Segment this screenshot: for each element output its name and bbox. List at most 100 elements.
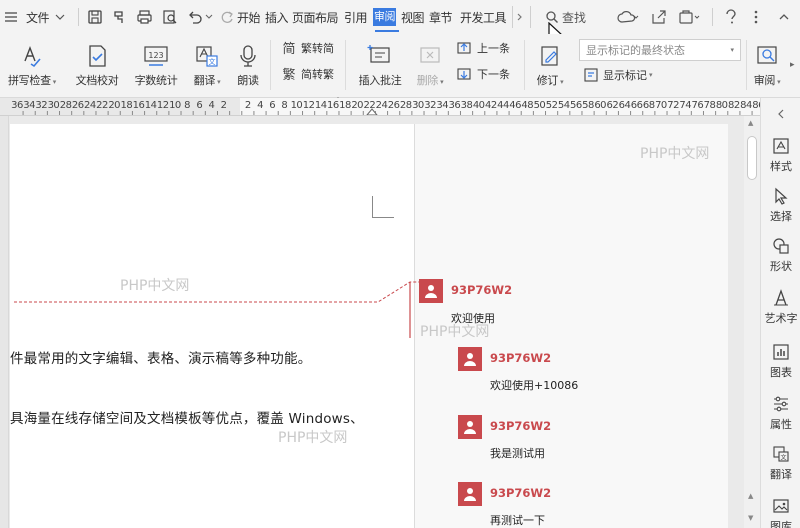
horizontal-ruler[interactable]: 36 34 32 30 28 26 24 22 20 18 16 14 12 10 8 6 4 2 2 4 6 8 10 12… [0,98,760,116]
comment-text[interactable]: 我是测试用 [490,445,545,461]
wps-writer-window: 文件 开始 插入 页面布局 引用 审阅 视图 章节 开发工具 查找 拼写检查 ▾… [0,0,800,528]
shape-icon [772,236,790,256]
ribbon-toolbar: 拼写检查 ▾ 文档校对 123 字数统计 文 翻译 ▾ 朗读 简 繁转简 繁 简… [0,34,800,102]
spell-check-icon [20,40,44,68]
svg-text:123: 123 [148,51,163,60]
ruler-label: 14 [144,100,157,111]
print-icon[interactable] [136,0,153,34]
ruler-label: 28 [399,100,412,111]
doc-proofread-button[interactable]: 文档校对 [70,40,124,88]
collaborate-icon[interactable] [678,0,702,34]
ruler-label: 28 [59,100,72,111]
watermark: PHP中文网 [278,430,348,446]
sidebar-item-wordart[interactable]: 艺术字 [761,288,800,326]
review-pane-button[interactable]: 审阅 ▾ [748,40,786,88]
sidebar-item-style[interactable]: 样式 [761,136,800,174]
tab-references[interactable]: 引用 [344,0,368,34]
ruler-label: 24 [84,100,96,111]
next-comment-button[interactable]: 下一条 [456,66,510,82]
ruler-label: 16 [327,100,339,111]
ribbon-scroll-right-icon[interactable]: ▸ [790,60,795,70]
ruler-label: 20 [351,100,364,111]
undo-icon[interactable] [187,0,203,34]
chart-icon [772,342,790,362]
tab-view[interactable]: 视图 [401,0,425,34]
sidebar-expand-icon[interactable] [777,104,785,123]
more-options-icon[interactable] [754,0,758,34]
redo-icon[interactable] [221,0,235,34]
tab-page-layout[interactable]: 页面布局 [292,0,339,34]
scroll-up-icon[interactable]: ▲ [748,492,753,500]
document-text-line[interactable]: 件最常用的文字编辑、表格、演示稿等多种功能。 [10,347,311,367]
track-changes-icon [538,40,562,68]
sidebar-item-properties[interactable]: 属性 [761,394,800,432]
ruler-label: 36 [448,100,461,111]
word-count-button[interactable]: 123 字数统计 [128,40,184,88]
ruler-label: 34 [436,100,449,111]
vertical-ruler[interactable] [0,116,9,528]
help-icon[interactable] [725,0,737,34]
cloud-sync-icon[interactable] [617,0,639,34]
markup-state-select[interactable]: 显示标记的最终状态 ▾ [579,39,741,61]
scrollbar-thumb[interactable] [747,136,757,180]
ruler-label: 6 [196,100,203,111]
tab-insert[interactable]: 插入 [265,0,289,34]
tab-chapter[interactable]: 章节 [429,0,453,34]
hamburger-icon[interactable] [4,0,18,34]
more-tabs-icon[interactable] [516,0,524,34]
simp-to-trad-icon: 繁 [280,66,298,82]
tab-home[interactable]: 开始 [237,0,261,34]
scroll-down-icon[interactable]: ▼ [748,514,753,522]
sidebar-item-label: 图表 [770,366,792,379]
tab-review[interactable]: 审阅 [373,0,396,34]
save-icon[interactable] [87,0,103,34]
ruler-label: 42 [484,100,497,111]
ruler-label: 72 [667,100,679,111]
vertical-scrollbar[interactable]: ▲ ▲ ▼ [744,116,760,528]
show-markup-button[interactable]: 显示标记 ▾ [582,67,653,83]
track-changes-button[interactable]: 修订 ▾ [530,40,570,88]
ruler-label: 18 [339,100,351,111]
sidebar-item-gallery[interactable]: 图库 [761,496,800,528]
read-aloud-button[interactable]: 朗读 [230,40,266,88]
ruler-label: 30 [47,100,60,111]
avatar [458,415,482,439]
cursor-select-icon [773,186,789,206]
comment-text[interactable]: 再测试一下 [490,512,545,528]
sidebar-item-translate[interactable]: 文 翻译 [761,444,800,482]
ruler-label: 48 [521,100,534,111]
trad-to-simp-button[interactable]: 简 繁转简 [280,40,334,56]
print-preview-icon[interactable] [162,0,178,34]
simp-to-trad-button[interactable]: 繁 简转繁 [280,66,334,82]
share-icon[interactable] [651,0,667,34]
format-painter-icon[interactable] [112,0,128,34]
sidebar-item-label: 形状 [770,260,792,273]
tab-view-label: 视图 [401,10,425,25]
watermark: PHP中文网 [420,324,490,340]
spell-check-button[interactable]: 拼写检查 ▾ [2,40,62,88]
translate-button[interactable]: 文 翻译 ▾ [186,40,228,88]
sidebar-item-chart[interactable]: 图表 [761,342,800,380]
undo-dropdown-icon[interactable] [205,0,213,34]
tab-developer[interactable]: 开发工具 [460,0,507,34]
comment-author: 93P76W2 [451,283,513,297]
tab-page-layout-label: 页面布局 [292,10,339,25]
comment-text[interactable]: 欢迎使用+10086 [490,377,578,393]
document-text-line[interactable]: 具海量在线存储空间及文档模板等优点，覆盖 Windows、 [10,407,364,427]
scroll-up-icon[interactable]: ▲ [748,119,753,127]
previous-comment-button[interactable]: 上一条 [456,40,510,56]
ruler-label: 54 [557,100,570,111]
sidebar-item-label: 翻译 [770,468,792,481]
sidebar-item-select[interactable]: 选择 [761,186,800,224]
file-menu-label: 文件 [26,10,50,25]
gallery-icon [772,496,790,516]
delete-comment-icon [418,40,442,68]
previous-comment-icon [456,40,474,56]
collapse-ribbon-icon[interactable] [778,0,790,34]
word-count-label: 字数统计 [134,74,178,87]
sidebar-item-shape[interactable]: 形状 [761,236,800,274]
file-menu[interactable]: 文件 [26,0,65,34]
insert-comment-button[interactable]: 插入批注 [352,40,408,88]
sidebar-item-label: 艺术字 [764,312,798,325]
delete-comment-button[interactable]: 删除 ▾ [410,40,450,88]
